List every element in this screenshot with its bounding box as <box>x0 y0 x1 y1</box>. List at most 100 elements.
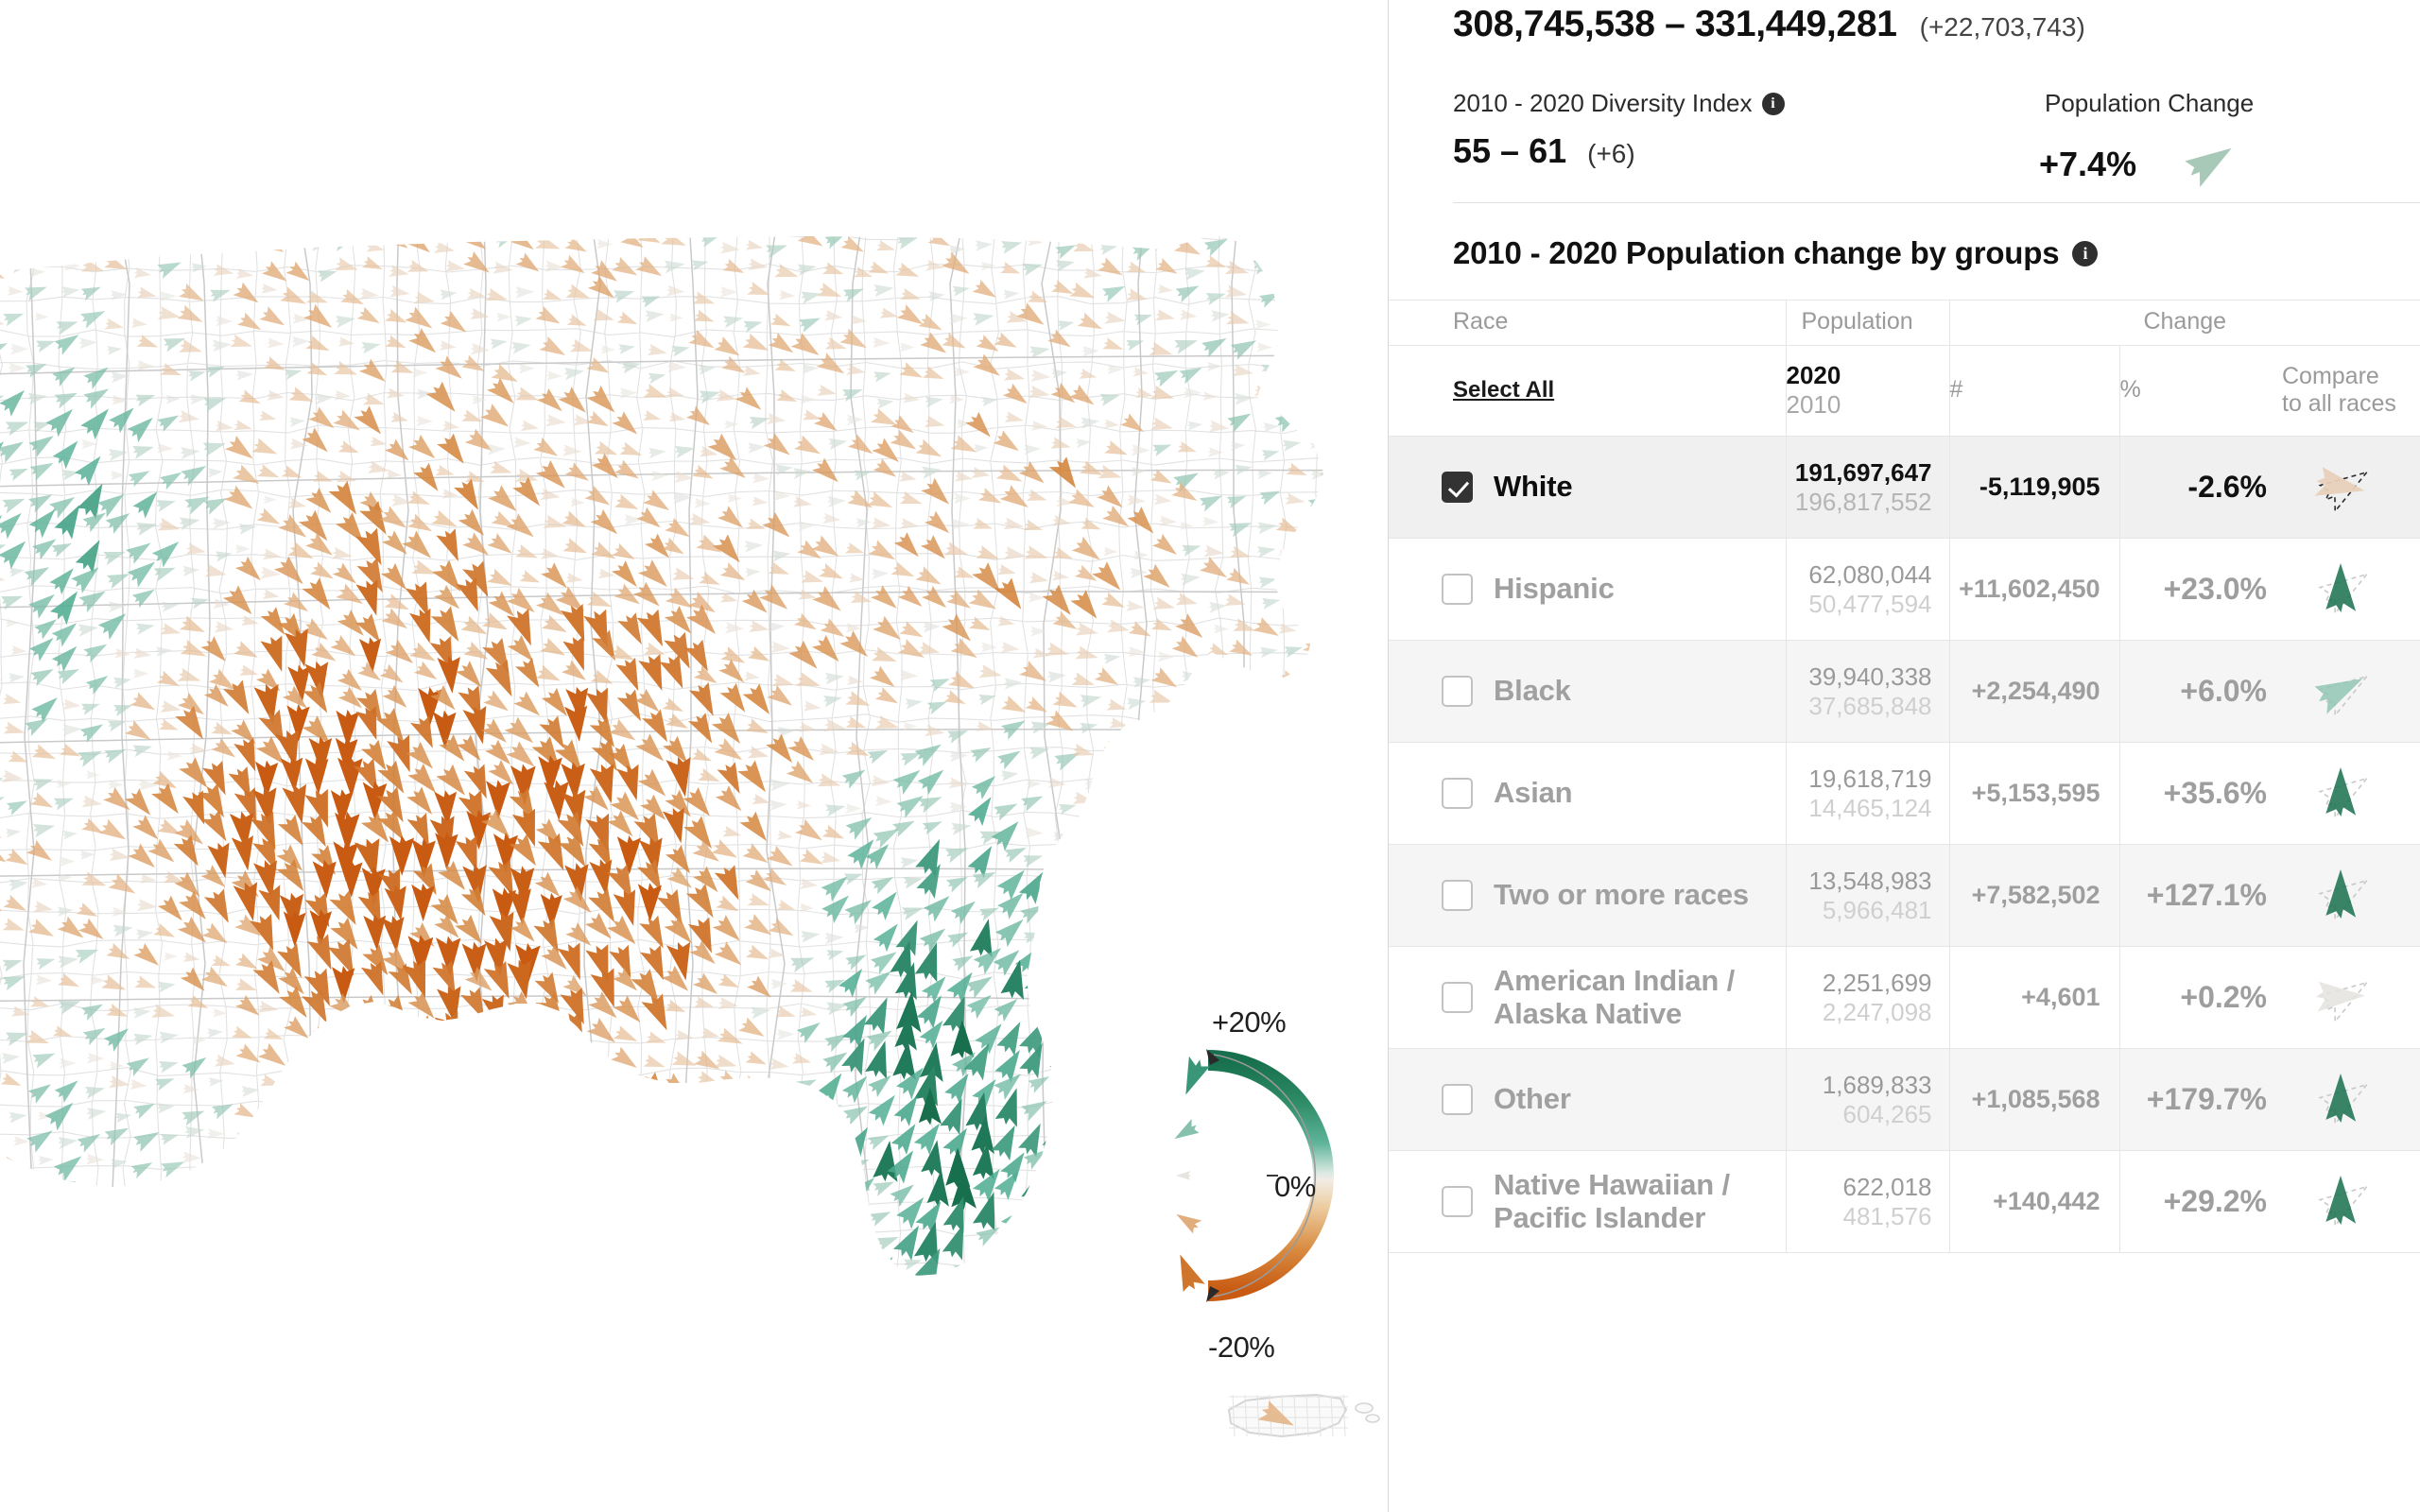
county-arrow[interactable] <box>942 992 976 1036</box>
county-arrow[interactable] <box>1263 421 1280 433</box>
county-arrow[interactable] <box>1081 346 1099 357</box>
county-arrow[interactable] <box>1149 341 1175 361</box>
race-checkbox[interactable] <box>1442 1186 1473 1218</box>
county-arrow[interactable] <box>866 745 890 765</box>
county-arrow[interactable] <box>0 889 7 918</box>
county-arrow[interactable] <box>995 464 1026 489</box>
county-arrow[interactable] <box>288 1135 306 1146</box>
county-arrow[interactable] <box>1199 719 1230 747</box>
county-arrow[interactable] <box>1285 591 1302 602</box>
county-arrow[interactable] <box>666 866 697 894</box>
county-arrow[interactable] <box>1103 651 1122 664</box>
county-arrow[interactable] <box>939 1094 972 1136</box>
county-arrow[interactable] <box>265 1158 285 1172</box>
county-arrow[interactable] <box>1283 944 1313 970</box>
county-arrow[interactable] <box>340 1181 360 1195</box>
county-arrow[interactable] <box>742 365 761 380</box>
county-arrow[interactable] <box>799 849 826 871</box>
county-arrow[interactable] <box>370 436 388 450</box>
county-arrow[interactable] <box>771 673 795 692</box>
county-arrow[interactable] <box>191 261 208 273</box>
county-arrow[interactable] <box>461 409 485 427</box>
county-arrow[interactable] <box>288 416 306 427</box>
county-arrow[interactable] <box>182 564 200 577</box>
county-arrow[interactable] <box>685 405 714 432</box>
county-arrow[interactable] <box>942 1220 974 1261</box>
county-arrow[interactable] <box>1004 411 1025 426</box>
county-arrow[interactable] <box>26 839 57 868</box>
county-arrow[interactable] <box>1234 973 1253 988</box>
county-arrow[interactable] <box>233 1103 258 1124</box>
county-arrow[interactable] <box>0 791 7 809</box>
county-arrow[interactable] <box>1285 492 1305 507</box>
county-arrow[interactable] <box>104 318 125 334</box>
county-arrow[interactable] <box>8 1198 34 1220</box>
county-arrow[interactable] <box>35 974 53 986</box>
county-arrow[interactable] <box>1071 536 1105 568</box>
county-arrow[interactable] <box>238 1258 255 1269</box>
county-arrow[interactable] <box>0 1260 2 1271</box>
county-arrow[interactable] <box>1071 1203 1095 1222</box>
county-arrow[interactable] <box>1175 612 1209 644</box>
county-arrow[interactable] <box>124 719 154 747</box>
county-arrow[interactable] <box>589 1053 619 1078</box>
county-arrow[interactable] <box>564 236 590 258</box>
county-arrow[interactable] <box>232 1025 254 1044</box>
county-arrow[interactable] <box>224 485 258 517</box>
county-arrow[interactable] <box>1128 621 1154 643</box>
county-arrow[interactable] <box>1096 1101 1128 1130</box>
county-arrow[interactable] <box>870 665 900 694</box>
county-arrow[interactable] <box>9 1109 28 1124</box>
county-arrow[interactable] <box>108 873 140 902</box>
county-arrow[interactable] <box>514 285 535 299</box>
county-arrow[interactable] <box>155 495 177 512</box>
county-arrow[interactable] <box>31 744 58 765</box>
county-arrow[interactable] <box>212 1008 228 1018</box>
county-arrow[interactable] <box>135 620 156 635</box>
county-arrow[interactable] <box>251 438 281 461</box>
county-arrow[interactable] <box>854 1211 874 1225</box>
county-arrow[interactable] <box>873 919 906 953</box>
county-arrow[interactable] <box>232 1203 254 1221</box>
county-arrow[interactable] <box>672 1152 691 1164</box>
county-arrow[interactable] <box>1156 651 1175 662</box>
county-arrow[interactable] <box>413 661 441 686</box>
county-arrow[interactable] <box>620 230 648 254</box>
county-arrow[interactable] <box>108 780 124 790</box>
county-arrow[interactable] <box>1048 1167 1085 1205</box>
county-arrow[interactable] <box>74 943 101 964</box>
county-arrow[interactable] <box>53 387 80 409</box>
county-arrow[interactable] <box>1055 852 1078 868</box>
county-arrow[interactable] <box>895 262 922 284</box>
county-arrow[interactable] <box>263 495 278 505</box>
county-arrow[interactable] <box>79 282 103 301</box>
county-arrow[interactable] <box>1209 693 1229 705</box>
county-arrow[interactable] <box>1150 666 1182 694</box>
county-arrow[interactable] <box>840 235 868 259</box>
county-arrow[interactable] <box>510 230 539 255</box>
county-arrow[interactable] <box>182 1151 201 1164</box>
county-arrow[interactable] <box>666 1251 691 1271</box>
county-arrow[interactable] <box>54 1228 72 1241</box>
county-arrow[interactable] <box>565 284 593 305</box>
county-arrow[interactable] <box>869 1206 894 1227</box>
county-arrow[interactable] <box>235 369 254 381</box>
county-arrow[interactable] <box>513 1141 546 1175</box>
county-arrow[interactable] <box>639 914 672 954</box>
county-arrow[interactable] <box>262 589 280 602</box>
county-arrow[interactable] <box>541 614 570 640</box>
county-arrow[interactable] <box>1256 342 1272 352</box>
county-arrow[interactable] <box>0 232 2 250</box>
county-arrow[interactable] <box>1103 439 1130 461</box>
county-arrow[interactable] <box>1099 967 1135 1003</box>
county-arrow[interactable] <box>1071 1102 1097 1124</box>
county-arrow[interactable] <box>768 917 797 942</box>
county-arrow[interactable] <box>233 1232 260 1254</box>
county-arrow[interactable] <box>291 335 310 348</box>
county-arrow[interactable] <box>540 547 560 562</box>
county-arrow[interactable] <box>868 1251 900 1284</box>
county-arrow[interactable] <box>692 1258 709 1269</box>
county-arrow[interactable] <box>839 328 871 355</box>
county-arrow[interactable] <box>427 1117 464 1157</box>
county-arrow[interactable] <box>1206 666 1226 681</box>
